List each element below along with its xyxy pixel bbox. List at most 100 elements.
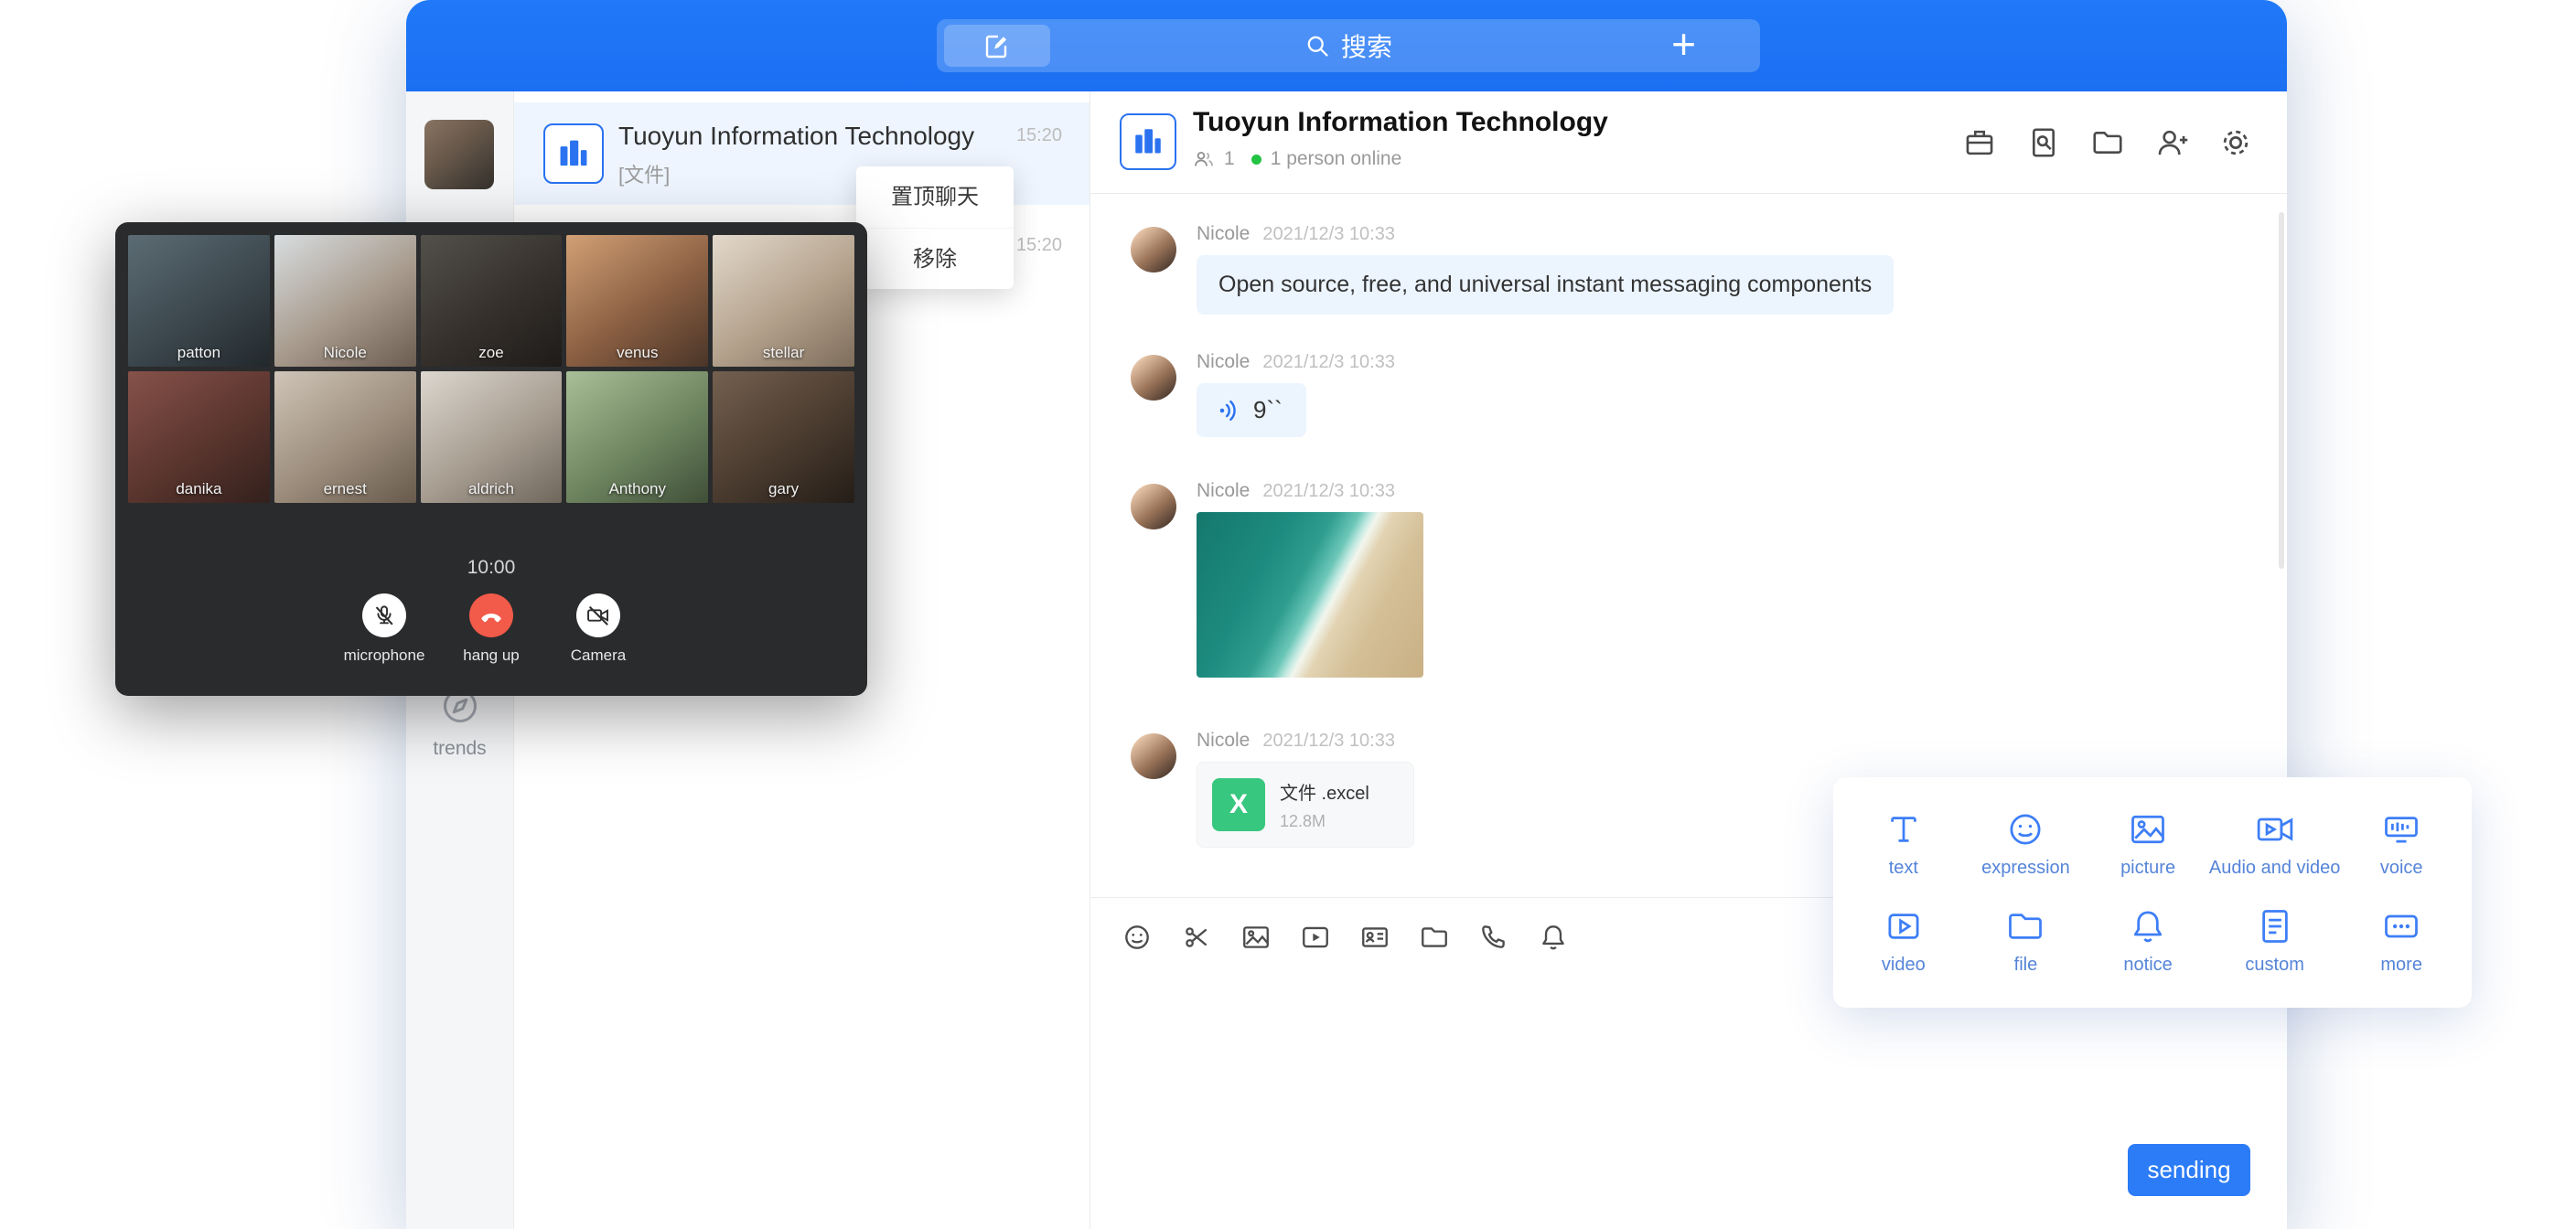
participant-name: gary <box>713 480 854 498</box>
notice-bell-icon <box>2128 906 2168 946</box>
picture-icon <box>2128 809 2168 850</box>
conversation-title: Tuoyun Information Technology <box>618 122 1012 151</box>
video-message-icon <box>1884 906 1924 946</box>
text-message-bubble[interactable]: Open source, free, and universal instant… <box>1197 255 1894 315</box>
call-icon[interactable] <box>1478 922 1509 953</box>
participant-video[interactable]: patton <box>128 235 270 367</box>
search-input[interactable]: 搜索 <box>937 19 1760 72</box>
participant-video[interactable]: venus <box>566 235 708 367</box>
voice-message-bubble[interactable]: 9`` <box>1197 383 1306 437</box>
message-time: 2021/12/3 10:33 <box>1262 352 1395 373</box>
message-input[interactable] <box>1090 989 2287 1127</box>
microphone-label: microphone <box>344 647 425 665</box>
sender-avatar[interactable] <box>1131 484 1176 529</box>
popover-item-picture[interactable]: picture <box>2087 796 2209 892</box>
conversation-time: 15:20 <box>1016 125 1062 146</box>
participant-video[interactable]: gary <box>713 371 854 503</box>
group-avatar[interactable] <box>1120 113 1176 170</box>
participant-video[interactable]: Anthony <box>566 371 708 503</box>
message: Nicole 2021/12/3 10:33 9`` <box>1131 355 1395 437</box>
popover-item-file[interactable]: file <box>1965 892 2088 989</box>
call-timer: 10:00 <box>115 557 867 579</box>
popover-item-audio-video[interactable]: Audio and video <box>2209 796 2340 892</box>
online-status-dot <box>1251 155 1261 165</box>
participant-video[interactable]: aldrich <box>421 371 563 503</box>
excel-file-icon: X <box>1212 778 1265 831</box>
user-avatar[interactable] <box>424 120 494 189</box>
members-icon <box>1193 148 1215 170</box>
group-files-icon[interactable] <box>2089 124 2126 161</box>
conversation-last-message: [文件] <box>618 159 670 188</box>
popover-item-more[interactable]: more <box>2340 892 2463 989</box>
online-status-text: 1 person online <box>1271 148 1402 170</box>
sender-avatar[interactable] <box>1131 733 1176 779</box>
add-button[interactable]: + <box>1660 19 1707 72</box>
chat-header: Tuoyun Information Technology 1 1 person… <box>1090 91 2287 194</box>
screenshot-icon[interactable] <box>1181 922 1212 953</box>
expression-icon <box>2005 809 2045 850</box>
emoji-icon[interactable] <box>1122 922 1153 953</box>
search-bar: 搜索 + <box>937 19 1760 72</box>
add-member-icon[interactable] <box>2153 124 2190 161</box>
hang-up-button[interactable] <box>469 593 513 637</box>
file-icon[interactable] <box>1419 922 1450 953</box>
search-placeholder: 搜索 <box>1341 27 1392 64</box>
group-meeting-icon[interactable] <box>1961 124 1998 161</box>
popover-item-video[interactable]: video <box>1842 892 1965 989</box>
popover-item-voice[interactable]: voice <box>2340 796 2463 892</box>
image-icon[interactable] <box>1240 922 1272 953</box>
send-button[interactable]: sending <box>2128 1144 2250 1196</box>
search-icon <box>1304 33 1330 59</box>
participant-name: Anthony <box>566 480 708 498</box>
camera-muted-icon <box>585 603 611 628</box>
participant-video[interactable]: Nicole <box>274 235 416 367</box>
image-message[interactable] <box>1197 512 1423 678</box>
participant-name: ernest <box>274 480 416 498</box>
mute-microphone-button[interactable] <box>362 593 406 637</box>
sender-avatar[interactable] <box>1131 227 1176 273</box>
chat-title: Tuoyun Information Technology <box>1193 107 1608 138</box>
notification-icon[interactable] <box>1538 922 1569 953</box>
message: Nicole 2021/12/3 10:33 <box>1131 484 1423 678</box>
group-call-window[interactable]: patton Nicole zoe venus stellar danika e… <box>115 222 867 696</box>
message-time: 2021/12/3 10:33 <box>1262 731 1395 752</box>
popover-item-expression[interactable]: expression <box>1965 796 2088 892</box>
message-time: 2021/12/3 10:33 <box>1262 224 1395 245</box>
chat-header-actions <box>1961 124 2254 161</box>
message-sender: Nicole <box>1197 351 1250 373</box>
member-count: 1 <box>1224 148 1235 170</box>
custom-message-icon <box>2255 906 2295 946</box>
participant-video[interactable]: ernest <box>274 371 416 503</box>
microphone-muted-icon <box>371 603 397 628</box>
participant-video[interactable]: danika <box>128 371 270 503</box>
popover-item-text[interactable]: text <box>1842 796 1965 892</box>
chat-meta: 1 1 person online <box>1193 148 1401 170</box>
call-controls: microphone hang up <box>115 593 867 665</box>
popover-item-notice[interactable]: notice <box>2087 892 2209 989</box>
remove-menu-item[interactable]: 移除 <box>856 228 1014 289</box>
more-icon <box>2381 906 2421 946</box>
scrollbar[interactable] <box>2279 212 2284 569</box>
participant-name: zoe <box>421 344 563 362</box>
sender-avatar[interactable] <box>1131 355 1176 401</box>
file-folder-icon <box>2005 906 2045 946</box>
participant-video[interactable]: stellar <box>713 235 854 367</box>
popover-item-custom[interactable]: custom <box>2209 892 2340 989</box>
message-search-icon[interactable] <box>2025 124 2062 161</box>
file-size: 12.8M <box>1280 812 1369 831</box>
file-message[interactable]: X 文件 .excel 12.8M <box>1197 762 1414 848</box>
camera-toggle-button[interactable] <box>576 593 620 637</box>
camera-label: Camera <box>571 647 626 665</box>
voice-message-icon <box>2381 809 2421 850</box>
message: Nicole 2021/12/3 10:33 Open source, free… <box>1131 227 1894 315</box>
video-icon[interactable] <box>1300 922 1331 953</box>
participant-name: Nicole <box>274 344 416 362</box>
message-time: 2021/12/3 10:33 <box>1262 481 1395 502</box>
participant-video[interactable]: zoe <box>421 235 563 367</box>
message-sender: Nicole <box>1197 223 1250 245</box>
pin-chat-menu-item[interactable]: 置顶聊天 <box>856 166 1014 228</box>
participant-name: aldrich <box>421 480 563 498</box>
contact-card-icon[interactable] <box>1359 922 1390 953</box>
participant-name: stellar <box>713 344 854 362</box>
settings-icon[interactable] <box>2217 124 2254 161</box>
